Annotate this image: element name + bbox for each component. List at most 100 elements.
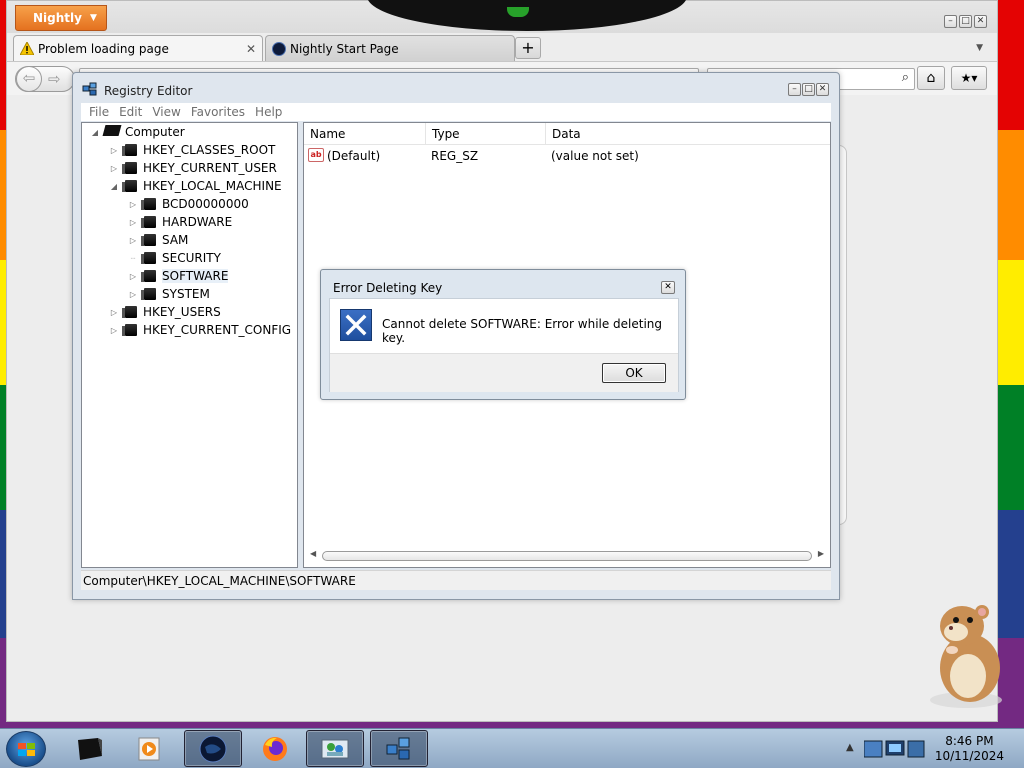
tree-node-label: HKEY_LOCAL_MACHINE	[143, 179, 282, 193]
menu-help[interactable]: Help	[255, 105, 282, 119]
tree-node-bcd[interactable]: ▷ BCD00000000	[128, 195, 249, 213]
tree-node-sam[interactable]: ▷ SAM	[128, 231, 188, 249]
menu-edit[interactable]: Edit	[119, 105, 142, 119]
close-icon[interactable]: ✕	[816, 83, 829, 96]
expand-icon[interactable]: ▷	[109, 308, 119, 317]
minimize-icon[interactable]: –	[788, 83, 801, 96]
string-value-icon: ab	[308, 148, 324, 162]
expand-icon[interactable]: ▷	[128, 236, 138, 245]
folder-icon	[141, 252, 156, 264]
chevron-down-icon: ▼	[89, 13, 97, 23]
tree-node-software[interactable]: ▷ SOFTWARE	[128, 267, 229, 285]
tree-node-hkcu[interactable]: ▷ HKEY_CURRENT_USER	[109, 159, 277, 177]
tab-problem-loading[interactable]: Problem loading page ✕	[13, 35, 263, 61]
tab-strip: Problem loading page ✕ Nightly Start Pag…	[7, 33, 997, 61]
key-tree-pane: ◢ Computer ▷ HKEY_CLASSES_ROOT ▷ HKEY_CU…	[81, 122, 298, 568]
column-type[interactable]: Type	[426, 123, 546, 145]
expand-icon[interactable]: ▷	[128, 200, 138, 209]
close-icon[interactable]: ✕	[661, 281, 675, 294]
collapse-icon[interactable]: ◢	[109, 182, 119, 191]
taskbar-clock[interactable]: 8:46 PM 10/11/2024	[935, 734, 1004, 764]
show-hidden-icons-icon[interactable]: ▲	[846, 742, 854, 753]
expand-icon[interactable]: ▷	[128, 218, 138, 227]
windows-logo-icon	[18, 743, 35, 756]
close-icon[interactable]: ✕	[974, 15, 987, 28]
tab-list-icon[interactable]: ▼	[976, 43, 983, 53]
column-data[interactable]: Data	[546, 123, 832, 145]
tree-node-hklm[interactable]: ◢ HKEY_LOCAL_MACHINE	[109, 177, 282, 195]
expand-icon[interactable]: ▷	[128, 290, 138, 299]
horizontal-scrollbar[interactable]: ◀ ▶	[308, 549, 826, 563]
value-type: REG_SZ	[431, 149, 479, 163]
folder-icon	[141, 234, 156, 246]
dialog-body: Cannot delete SOFTWARE: Error while dele…	[329, 298, 679, 392]
media-player-icon[interactable]	[120, 730, 178, 767]
value-name[interactable]: (Default)	[327, 149, 380, 163]
regedit-taskbar-icon[interactable]	[370, 730, 428, 767]
computer-icon	[104, 125, 120, 139]
bookmarks-icon[interactable]: ★▾	[951, 66, 987, 90]
expand-icon[interactable]: ▷	[109, 164, 119, 173]
tree-node-label: HKEY_CLASSES_ROOT	[143, 143, 276, 157]
tree-node-label: HKEY_CURRENT_CONFIG	[143, 323, 292, 337]
monitor-app-icon[interactable]	[60, 730, 118, 767]
scrollbar-thumb[interactable]	[322, 551, 812, 561]
regedit-titlebar[interactable]: Registry Editor – □ ✕	[73, 73, 839, 101]
expand-icon[interactable]: ▷	[109, 146, 119, 155]
new-tab-button[interactable]: +	[515, 37, 541, 59]
column-name[interactable]: Name	[304, 123, 426, 145]
back-forward-group: ⇦ ⇨	[15, 66, 75, 92]
tab-nightly-start[interactable]: Nightly Start Page	[265, 35, 515, 61]
taskbar: ▲ 8:46 PM 10/11/2024	[0, 728, 1024, 768]
nightly-menu-button[interactable]: Nightly ▼	[15, 5, 107, 31]
tree-node-hkcc[interactable]: ▷ HKEY_CURRENT_CONFIG	[109, 321, 291, 339]
error-dialog: Error Deleting Key ✕ Cannot delete SOFTW…	[320, 269, 686, 400]
tree-node-system[interactable]: ▷ SYSTEM	[128, 285, 210, 303]
forward-arrow-icon[interactable]: ⇨	[48, 70, 61, 88]
menu-favorites[interactable]: Favorites	[191, 105, 245, 119]
search-icon[interactable]: ⌕	[902, 70, 909, 85]
value-data: (value not set)	[551, 149, 639, 163]
maximize-icon[interactable]: □	[959, 15, 972, 28]
menu-view[interactable]: View	[152, 105, 180, 119]
hamster-widget[interactable]	[918, 598, 1008, 710]
tree-node-computer[interactable]: ◢ Computer	[90, 123, 185, 141]
scroll-left-icon[interactable]: ◀	[310, 549, 316, 558]
tree-node-security[interactable]: ┄ SECURITY	[128, 249, 221, 267]
system-tray: ▲ 8:46 PM 10/11/2024	[840, 730, 1024, 768]
tree-node-label: HKEY_CURRENT_USER	[143, 161, 277, 175]
minimize-icon[interactable]: –	[944, 15, 957, 28]
menu-file[interactable]: File	[89, 105, 109, 119]
scroll-right-icon[interactable]: ▶	[818, 549, 824, 558]
ok-button[interactable]: OK	[602, 363, 666, 383]
tree-node-hku[interactable]: ▷ HKEY_USERS	[109, 303, 221, 321]
expand-icon[interactable]: ▷	[128, 272, 138, 281]
tree-node-label: SAM	[162, 233, 189, 247]
folder-icon	[122, 144, 137, 156]
nightly-icon	[272, 41, 286, 56]
people-app-icon[interactable]	[306, 730, 364, 767]
back-arrow-icon[interactable]: ⇦	[16, 66, 42, 92]
tray-icons[interactable]	[864, 738, 928, 760]
tree-node-hardware[interactable]: ▷ HARDWARE	[128, 213, 232, 231]
tree-node-hkcr[interactable]: ▷ HKEY_CLASSES_ROOT	[109, 141, 275, 159]
status-bar: Computer\HKEY_LOCAL_MACHINE\SOFTWARE	[81, 570, 831, 590]
collapse-icon[interactable]: ◢	[90, 128, 100, 137]
expand-icon[interactable]: ▷	[109, 326, 119, 335]
dialog-title: Error Deleting Key	[333, 281, 443, 295]
clock-time: 8:46 PM	[945, 734, 994, 748]
home-icon[interactable]: ⌂	[917, 66, 945, 90]
globe-app-icon[interactable]	[184, 730, 242, 767]
tree-node-label: BCD00000000	[162, 197, 249, 211]
close-tab-icon[interactable]: ✕	[246, 42, 256, 56]
error-x-icon	[340, 309, 372, 341]
tree-node-label: SECURITY	[162, 251, 221, 265]
tree-node-label: SYSTEM	[162, 287, 210, 301]
dialog-footer: OK	[330, 353, 678, 392]
start-button[interactable]	[6, 731, 46, 767]
menu-bar: File Edit View Favorites Help	[81, 103, 831, 121]
maximize-icon[interactable]: □	[802, 83, 815, 96]
firefox-icon[interactable]	[246, 730, 304, 767]
tab-label: Problem loading page	[38, 41, 169, 56]
folder-icon	[122, 162, 137, 174]
